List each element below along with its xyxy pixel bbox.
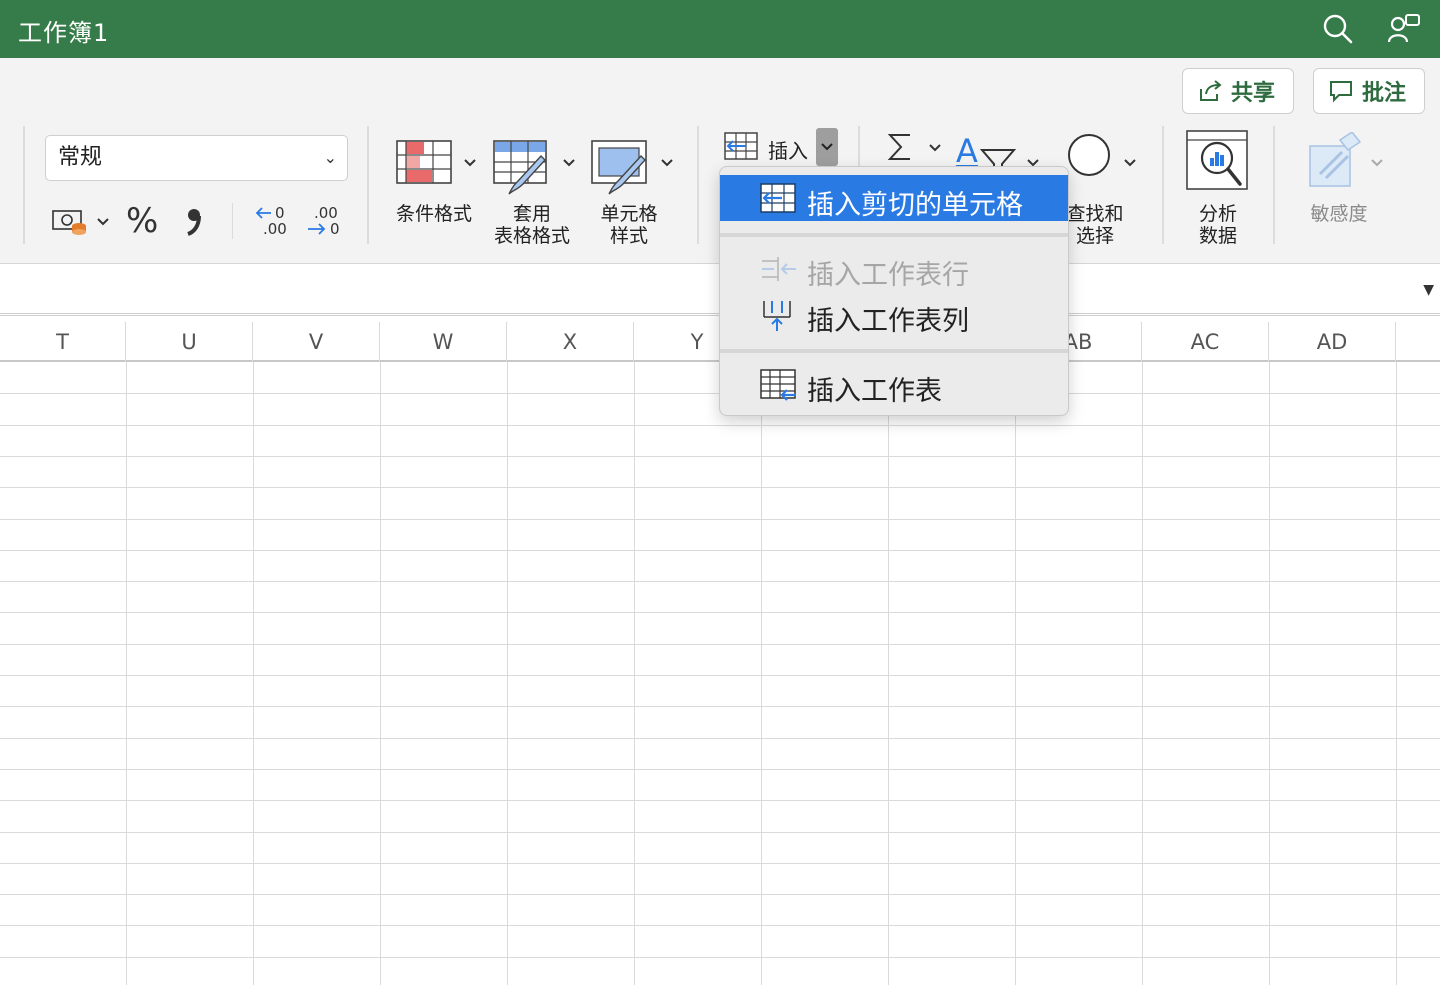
autosum-icon[interactable] (886, 132, 916, 162)
menu-item-insert-sheet-rows: 插入工作表行 (720, 245, 1068, 291)
column-header[interactable]: AC (1142, 322, 1269, 362)
analyze-data-label-line2: 数据 (1198, 225, 1237, 247)
menu-item-insert-cut-cells[interactable]: 插入剪切的单元格 (720, 175, 1068, 221)
cell-styles-label-line2: 样式 (609, 225, 648, 247)
decrease-decimal-icon[interactable]: .00 0 (304, 203, 344, 237)
ribbon-separator (23, 126, 25, 244)
chevron-down-icon[interactable] (97, 218, 109, 226)
expand-formula-bar-icon[interactable]: ▼ (1423, 282, 1434, 298)
menu-item-label: 插入剪切的单元格 (807, 190, 1023, 221)
menu-item-insert-sheet-columns[interactable]: 插入工作表列 (720, 291, 1068, 337)
insert-cut-cells-icon (760, 183, 796, 213)
comments-label: 批注 (1362, 81, 1407, 106)
conditional-format-label: 条件格式 (395, 203, 472, 225)
menu-item-label: 插入工作表列 (807, 306, 969, 337)
analyze-data-icon[interactable] (1186, 130, 1250, 194)
number-format-value: 常规 (58, 145, 103, 170)
analyze-data-label: 分析 数据 (1178, 203, 1258, 247)
percent-icon[interactable]: % (126, 203, 160, 237)
chevron-down-icon[interactable] (464, 159, 476, 167)
insert-cells-button[interactable]: 插入 (720, 128, 840, 166)
chevron-down-icon (1371, 159, 1383, 167)
insert-cells-icon (724, 132, 758, 160)
ribbon-separator (697, 126, 699, 244)
column-header[interactable]: T (0, 322, 126, 362)
menu-item-label: 插入工作表 (807, 376, 942, 407)
chevron-down-icon: ⌄ (323, 148, 337, 167)
format-as-table-label-line1: 套用 (512, 203, 551, 225)
ribbon-separator (1162, 126, 1164, 244)
comment-icon (1330, 81, 1352, 103)
sensitivity-icon (1309, 132, 1362, 187)
insert-columns-icon (763, 301, 791, 331)
svg-text:.00: .00 (263, 220, 287, 237)
find-select-icon[interactable] (1066, 132, 1114, 180)
svg-text:0: 0 (330, 220, 340, 237)
format-as-table-icon[interactable] (493, 140, 553, 196)
share-button[interactable]: 共享 (1182, 68, 1294, 114)
search-icon[interactable] (1320, 11, 1356, 47)
increase-decimal-icon[interactable]: 0 .00 (255, 203, 295, 237)
cell-grid[interactable] (0, 362, 1440, 985)
sensitivity-label: 敏感度 (1310, 203, 1368, 225)
number-format-select[interactable]: 常规 ⌄ (45, 135, 348, 181)
svg-text:%: % (126, 203, 158, 237)
cell-styles-icon[interactable] (591, 140, 651, 196)
analyze-data-label-line1: 分析 (1198, 203, 1237, 225)
ribbon-separator (1273, 126, 1275, 244)
insert-rows-icon (762, 257, 796, 281)
comma-style-icon[interactable] (183, 206, 205, 236)
insert-dropdown-toggle[interactable] (816, 128, 838, 166)
title-bar: 工作簿1 (0, 0, 1440, 58)
column-header[interactable]: AD (1269, 322, 1396, 362)
column-header[interactable]: V (253, 322, 380, 362)
chevron-down-icon[interactable] (661, 159, 673, 167)
cell-styles-label-line1: 单元格 (600, 203, 658, 225)
ribbon-separator (232, 203, 233, 239)
cell-styles-label: 单元格 样式 (584, 203, 674, 247)
insert-label: 插入 (768, 139, 808, 163)
menu-separator (720, 233, 1068, 237)
insert-sheet-icon (760, 369, 796, 401)
ribbon-separator (367, 126, 369, 244)
accounting-format-icon[interactable] (52, 206, 88, 236)
share-icon (1200, 80, 1222, 101)
insert-dropdown-menu: 插入剪切的单元格 插入工作表行 插入工作表列 插入工作表 (719, 166, 1069, 416)
account-icon[interactable] (1386, 11, 1422, 47)
column-header[interactable]: X (507, 322, 634, 362)
menu-separator (720, 349, 1068, 353)
conditional-format-icon[interactable] (396, 140, 452, 184)
chevron-down-icon[interactable] (929, 144, 941, 152)
format-as-table-label-line2: 表格格式 (493, 225, 570, 247)
comments-button[interactable]: 批注 (1313, 68, 1425, 114)
column-header[interactable]: U (126, 322, 253, 362)
svg-text:A: A (956, 132, 978, 170)
share-label: 共享 (1231, 81, 1276, 106)
column-header[interactable]: W (380, 322, 507, 362)
chevron-down-icon[interactable] (563, 159, 575, 167)
menu-item-insert-sheet[interactable]: 插入工作表 (720, 361, 1068, 407)
format-as-table-label: 套用 表格格式 (484, 203, 580, 247)
workbook-title: 工作簿1 (18, 19, 110, 47)
chevron-down-icon[interactable] (1124, 159, 1136, 167)
menu-item-label: 插入工作表行 (807, 260, 969, 291)
chevron-down-icon (821, 143, 833, 151)
